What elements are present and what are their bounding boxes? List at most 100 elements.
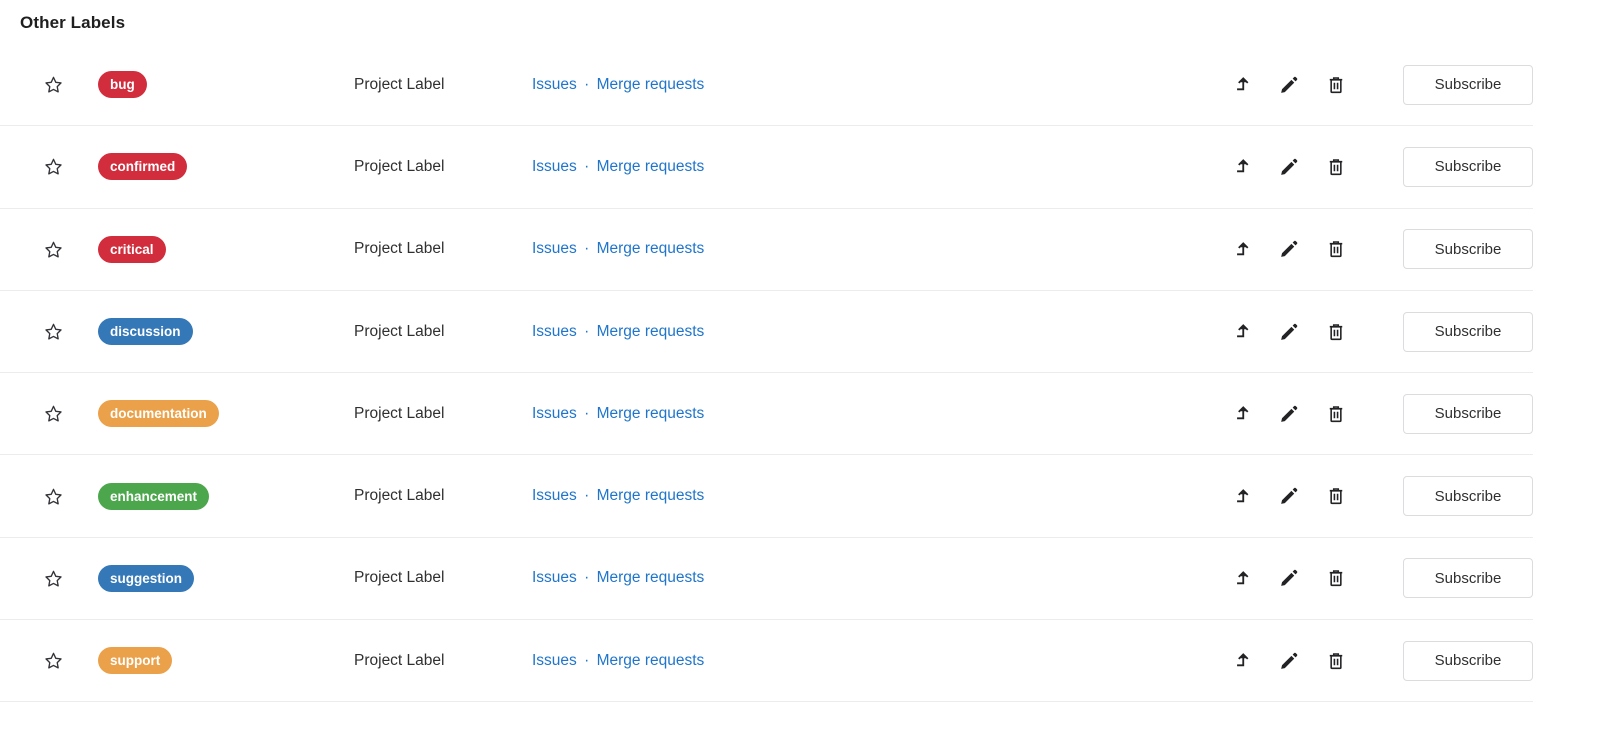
link-separator: · xyxy=(579,487,594,505)
promote-button[interactable] xyxy=(1218,313,1265,351)
subscribe-button[interactable]: Subscribe xyxy=(1403,393,1533,434)
pencil-icon xyxy=(1279,651,1299,671)
merge-requests-link[interactable]: Merge requests xyxy=(597,240,705,257)
label-badge[interactable]: suggestion xyxy=(98,564,195,592)
delete-button[interactable] xyxy=(1312,148,1359,186)
link-separator: · xyxy=(579,157,594,175)
label-links: Issues · Merge requests xyxy=(494,405,1218,423)
issues-link[interactable]: Issues xyxy=(532,487,577,504)
trash-icon xyxy=(1326,486,1346,506)
label-badge-cell: support xyxy=(98,647,354,675)
delete-button[interactable] xyxy=(1312,642,1359,680)
delete-button[interactable] xyxy=(1312,477,1359,515)
star-outline-icon[interactable] xyxy=(44,75,63,94)
promote-button[interactable] xyxy=(1218,148,1265,186)
promote-level-up-icon xyxy=(1231,156,1252,177)
delete-button[interactable] xyxy=(1312,395,1359,433)
trash-icon xyxy=(1326,568,1346,588)
promote-button[interactable] xyxy=(1218,559,1265,597)
edit-button[interactable] xyxy=(1265,148,1312,186)
promote-button[interactable] xyxy=(1218,230,1265,268)
label-type: Project Label xyxy=(354,240,445,258)
edit-button[interactable] xyxy=(1265,230,1312,268)
star-cell xyxy=(0,487,98,506)
row-actions: Subscribe xyxy=(1218,393,1533,434)
row-actions: Subscribe xyxy=(1218,558,1533,599)
issues-link[interactable]: Issues xyxy=(532,240,577,257)
table-row: confirmed Project Label Issues · Merge r… xyxy=(0,126,1533,209)
label-badge[interactable]: confirmed xyxy=(98,153,188,181)
merge-requests-link[interactable]: Merge requests xyxy=(597,158,705,175)
edit-button[interactable] xyxy=(1265,559,1312,597)
edit-button[interactable] xyxy=(1265,395,1312,433)
delete-button[interactable] xyxy=(1312,313,1359,351)
promote-button[interactable] xyxy=(1218,477,1265,515)
table-row: critical Project Label Issues · Merge re… xyxy=(0,209,1533,291)
delete-button[interactable] xyxy=(1312,66,1359,104)
promote-level-up-icon xyxy=(1231,403,1252,424)
edit-button[interactable] xyxy=(1265,642,1312,680)
label-badge[interactable]: support xyxy=(98,647,173,675)
subscribe-button[interactable]: Subscribe xyxy=(1403,64,1533,105)
subscribe-button[interactable]: Subscribe xyxy=(1403,640,1533,681)
label-badge[interactable]: enhancement xyxy=(98,482,210,510)
merge-requests-link[interactable]: Merge requests xyxy=(597,569,705,586)
label-badge[interactable]: discussion xyxy=(98,318,193,346)
label-badge[interactable]: critical xyxy=(98,235,166,263)
trash-icon xyxy=(1326,157,1346,177)
label-type: Project Label xyxy=(354,487,445,505)
label-badge-cell: enhancement xyxy=(98,482,354,510)
promote-level-up-icon xyxy=(1231,321,1252,342)
issues-link[interactable]: Issues xyxy=(532,405,577,422)
trash-icon xyxy=(1326,404,1346,424)
star-outline-icon[interactable] xyxy=(44,651,63,670)
table-row: enhancement Project Label Issues · Merge… xyxy=(0,455,1533,538)
link-separator: · xyxy=(579,651,594,669)
issues-link[interactable]: Issues xyxy=(532,652,577,669)
issues-link[interactable]: Issues xyxy=(532,76,577,93)
subscribe-button[interactable]: Subscribe xyxy=(1403,146,1533,187)
star-outline-icon[interactable] xyxy=(44,569,63,588)
trash-icon xyxy=(1326,75,1346,95)
issues-link[interactable]: Issues xyxy=(532,569,577,586)
issues-link[interactable]: Issues xyxy=(532,158,577,175)
star-outline-icon[interactable] xyxy=(44,240,63,259)
merge-requests-link[interactable]: Merge requests xyxy=(597,76,705,93)
star-cell xyxy=(0,75,98,94)
edit-button[interactable] xyxy=(1265,66,1312,104)
subscribe-button[interactable]: Subscribe xyxy=(1403,558,1533,599)
subscribe-button[interactable]: Subscribe xyxy=(1403,311,1533,352)
star-outline-icon[interactable] xyxy=(44,322,63,341)
link-separator: · xyxy=(579,240,594,258)
merge-requests-link[interactable]: Merge requests xyxy=(597,323,705,340)
subscribe-button[interactable]: Subscribe xyxy=(1403,476,1533,517)
promote-button[interactable] xyxy=(1218,395,1265,433)
star-outline-icon[interactable] xyxy=(44,157,63,176)
edit-button[interactable] xyxy=(1265,477,1312,515)
pencil-icon xyxy=(1279,322,1299,342)
delete-button[interactable] xyxy=(1312,230,1359,268)
pencil-icon xyxy=(1279,486,1299,506)
promote-button[interactable] xyxy=(1218,66,1265,104)
issues-link[interactable]: Issues xyxy=(532,323,577,340)
promote-button[interactable] xyxy=(1218,642,1265,680)
pencil-icon xyxy=(1279,404,1299,424)
page-title: Other Labels xyxy=(20,13,126,32)
promote-level-up-icon xyxy=(1231,74,1252,95)
merge-requests-link[interactable]: Merge requests xyxy=(597,652,705,669)
subscribe-button[interactable]: Subscribe xyxy=(1403,229,1533,270)
merge-requests-link[interactable]: Merge requests xyxy=(597,487,705,504)
edit-button[interactable] xyxy=(1265,313,1312,351)
star-outline-icon[interactable] xyxy=(44,487,63,506)
labels-page: Other Labels bug Project Label Issues · … xyxy=(0,0,1617,730)
trash-icon xyxy=(1326,239,1346,259)
star-outline-icon[interactable] xyxy=(44,404,63,423)
label-badge[interactable]: bug xyxy=(98,71,147,99)
label-type: Project Label xyxy=(354,157,445,175)
table-row: bug Project Label Issues · Merge request… xyxy=(0,44,1533,127)
merge-requests-link[interactable]: Merge requests xyxy=(597,405,705,422)
table-row: documentation Project Label Issues · Mer… xyxy=(0,373,1533,456)
label-badge[interactable]: documentation xyxy=(98,400,219,428)
pencil-icon xyxy=(1279,157,1299,177)
delete-button[interactable] xyxy=(1312,559,1359,597)
